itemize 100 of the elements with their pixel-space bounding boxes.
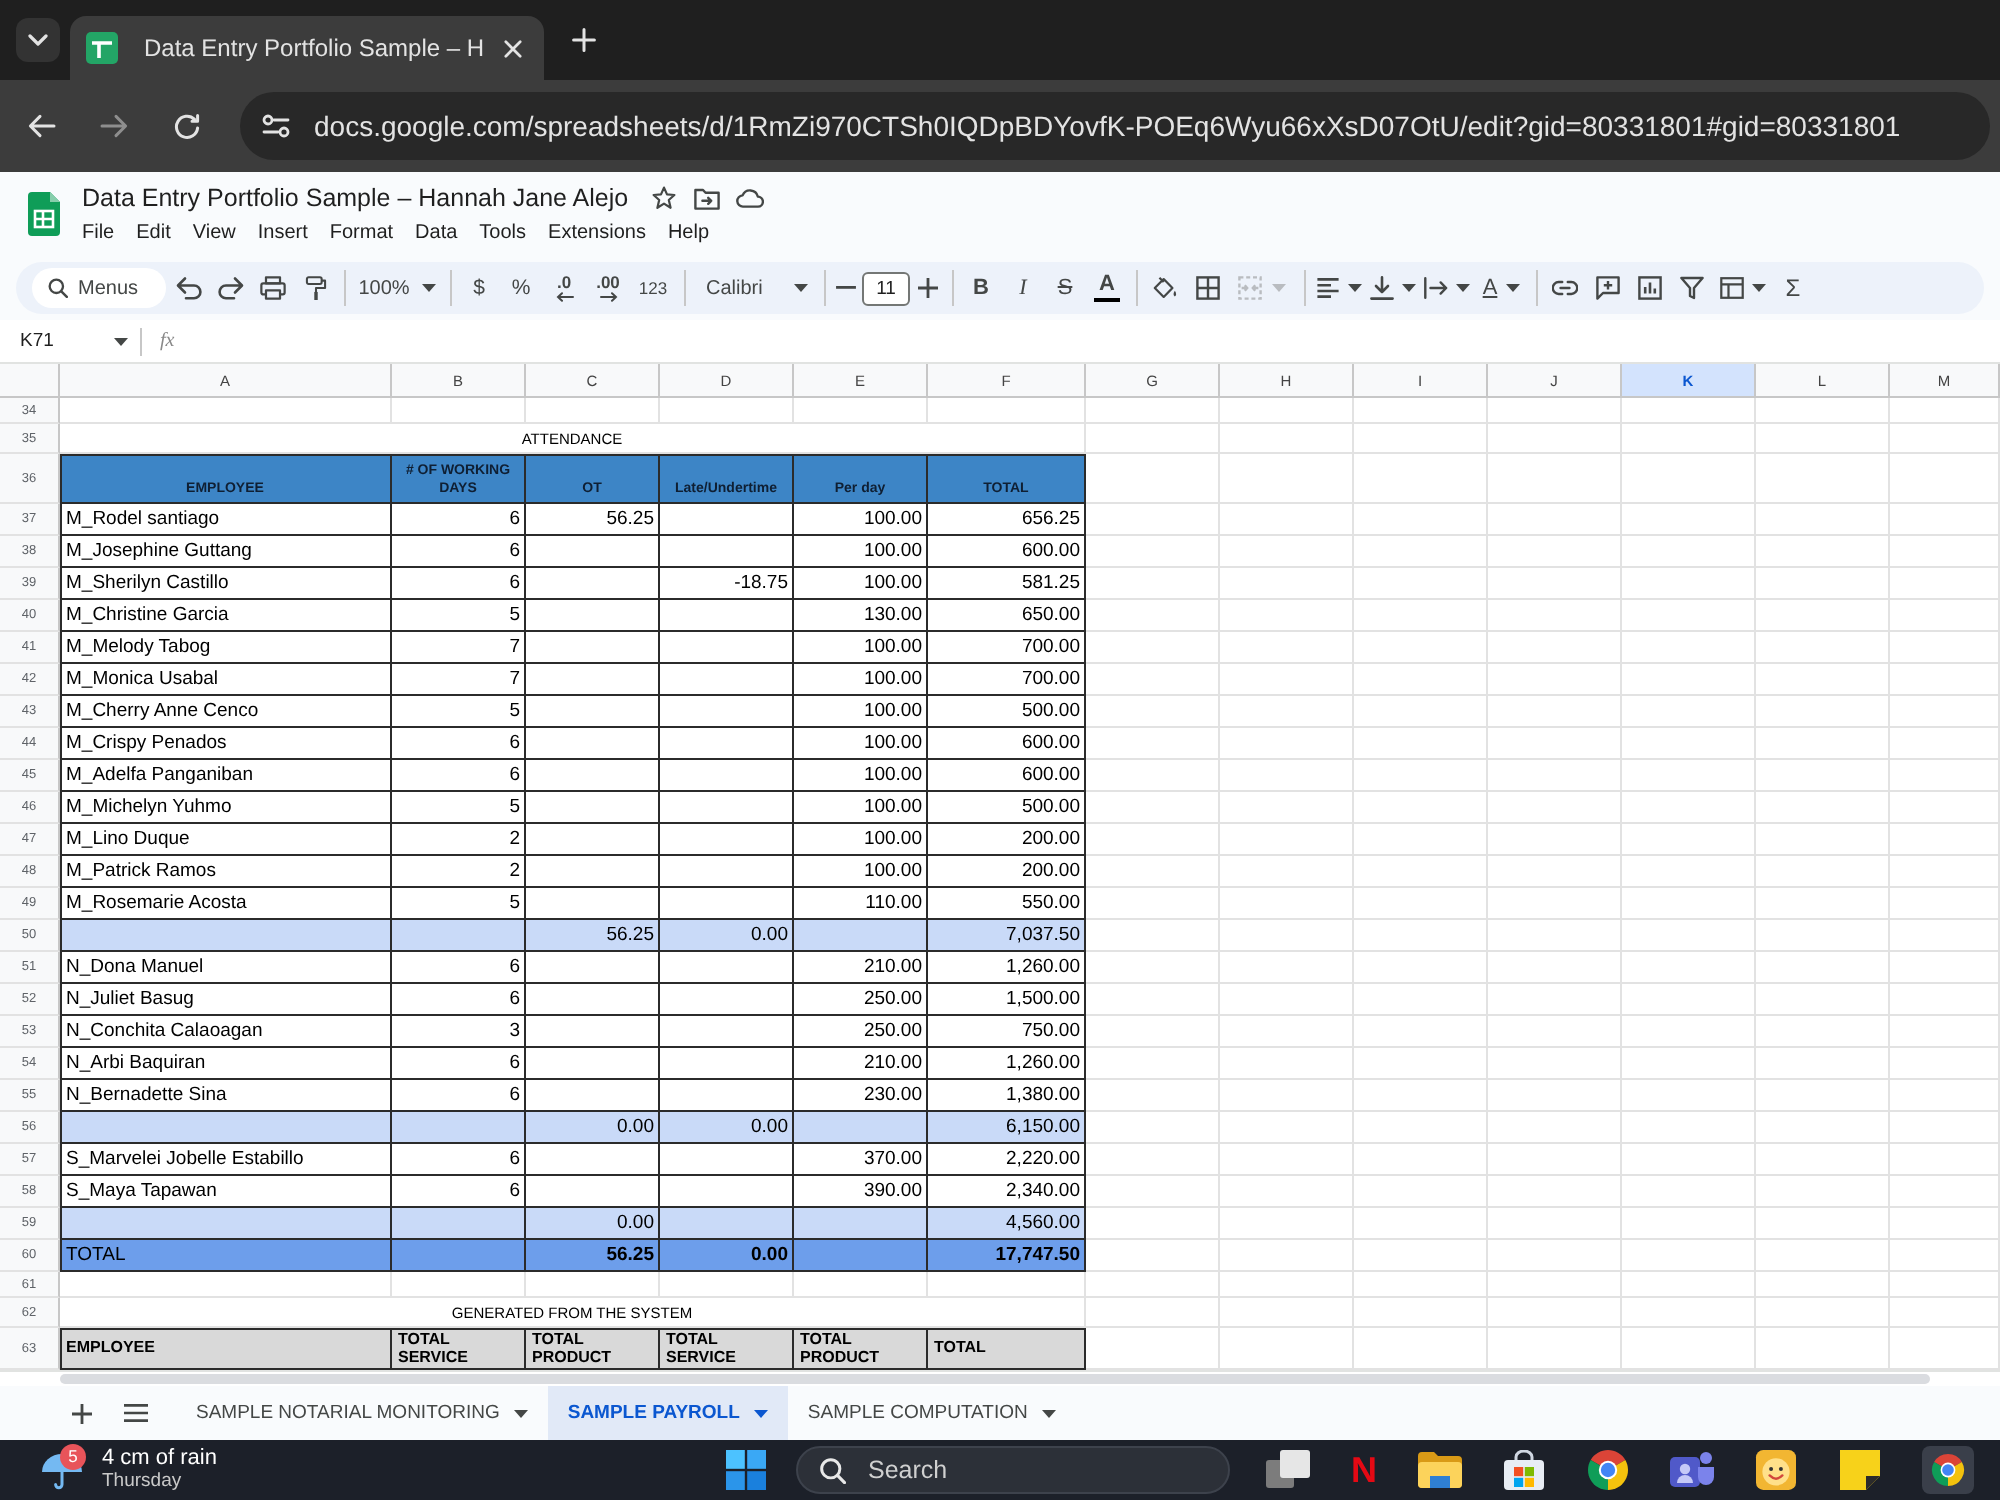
people-tile-icon[interactable] [1670,1450,1714,1490]
decrease-decimal-button[interactable]: .0 [542,266,586,310]
star-icon[interactable] [652,186,677,210]
bold-button[interactable]: B [960,266,1002,310]
table-cell: M_Josephine Guttang [60,536,392,568]
shopping-bag-icon[interactable] [1502,1450,1546,1490]
increase-decimal-button[interactable]: .00 [586,266,630,310]
browser-tab[interactable]: Data Entry Portfolio Sample – H [70,16,544,80]
empty-cell [1354,728,1488,760]
empty-cell [1756,664,1890,696]
search-field[interactable]: Search [796,1446,1230,1494]
empty-cell [1354,952,1488,984]
table-cell [660,696,794,728]
menu-item[interactable]: Extensions [548,222,646,244]
text-color-button[interactable]: A [1086,266,1128,310]
table-cell: M_Adelfa Panganiban [60,760,392,792]
font-size-field[interactable]: 11 [862,271,910,305]
tab-list-button[interactable] [16,18,60,62]
menu-item[interactable]: Insert [257,222,308,244]
table-cell [526,760,660,792]
scrollbar-thumb[interactable] [60,1374,1930,1384]
empty-cell [1220,454,1354,504]
menu-search-field[interactable]: Menus [32,268,166,308]
empty-cell [1756,760,1890,792]
four-squares-icon[interactable] [726,1450,766,1490]
reload-icon [173,113,199,139]
empty-cell [1220,952,1354,984]
folder-icon[interactable] [694,187,721,209]
table-cell: 100.00 [794,696,928,728]
table-cell [660,792,794,824]
empty-cell [1756,504,1890,536]
sheet-tab[interactable]: SAMPLE COMPUTATION [787,1386,1076,1440]
text-rotation-button[interactable]: A [1474,266,1528,310]
menu-item[interactable]: Format [329,222,394,244]
table-cell: 56.25 [526,920,660,952]
number-format-button[interactable]: 123 [630,266,676,310]
cloud-icon[interactable] [736,188,765,208]
table-cell: 250.00 [794,1016,928,1048]
zoom-dropdown[interactable]: 100% [352,266,442,310]
table-cell: 600.00 [928,728,1086,760]
empty-cell [1622,1080,1756,1112]
empty-cell [1086,1048,1220,1080]
empty-cell [1488,1016,1622,1048]
undo-icon [176,276,202,300]
header-cell: TOTAL [928,1328,1086,1370]
round-browser-icon[interactable] [1922,1446,1974,1494]
empty-cell [1488,984,1622,1016]
empty-cell [1756,1016,1890,1048]
empty-cell [1622,424,1756,454]
table-cell: 100.00 [794,760,928,792]
empty-cell [1220,1272,1354,1298]
empty-cell [1622,1240,1756,1272]
chart-icon [1637,276,1661,300]
table-cell: 200.00 [928,856,1086,888]
empty-cell [1086,536,1220,568]
note-icon[interactable] [1838,1450,1882,1490]
empty-cell [1890,1112,2000,1144]
table-cell: 250.00 [794,984,928,1016]
functions-button[interactable]: Σ [1772,266,1814,310]
empty-cell [1756,454,1890,504]
italic-button[interactable]: I [1002,266,1044,310]
folder-icon[interactable] [1418,1450,1462,1490]
font-dropdown[interactable]: Calibri [692,266,816,310]
table-cell: 100.00 [794,536,928,568]
empty-cell [1086,824,1220,856]
empty-cell [1890,696,2000,728]
strikethrough-button[interactable]: S [1044,266,1086,310]
sheet-tab[interactable]: SAMPLE NOTARIAL MONITORING [176,1386,548,1440]
document-title[interactable]: Data Entry Portfolio Sample – Hannah Jane Alejo [82,184,629,212]
table-cell: 6 [392,536,526,568]
table-cell: 130.00 [794,600,928,632]
empty-cell [1086,600,1220,632]
empty-cell [1890,632,2000,664]
name-box[interactable]: K71 [12,323,136,359]
empty-cell [1622,952,1756,984]
menu-item[interactable]: File [82,222,115,244]
round-browser-icon[interactable] [1586,1450,1630,1490]
table-cell: 100.00 [794,856,928,888]
spreadsheet-icon[interactable] [28,192,60,236]
menu-item[interactable]: Tools [479,222,527,244]
table-cell: 0.00 [526,1112,660,1144]
overlapping-windows-icon[interactable] [1266,1450,1310,1490]
empty-cell [1756,1176,1890,1208]
menu-item[interactable]: Edit [136,222,171,244]
empty-cell [1488,1048,1622,1080]
paint-roller-icon [303,276,327,300]
percent-format-button[interactable]: % [500,266,542,310]
table-cell [392,1240,526,1272]
menu-item[interactable]: Data [415,222,458,244]
menu-item[interactable]: View [192,222,236,244]
empty-cell [1890,984,2000,1016]
smiley-tile-icon[interactable] [1754,1450,1798,1490]
empty-cell [1354,632,1488,664]
empty-cell [1756,568,1890,600]
address-field[interactable]: docs.google.com/spreadsheets/d/1RmZi970CTSh0IQDpBDYovfK-POEq6Wyu66xXsD07OtU/edit?gid=80331801#gid=80331801 [240,92,1990,160]
sheet-tab[interactable]: SAMPLE PAYROLL [547,1386,788,1440]
currency-format-button[interactable]: $ [458,266,500,310]
menu-item[interactable]: Help [667,222,710,244]
empty-cell [1890,1176,2000,1208]
table-cell: 1,500.00 [928,984,1086,1016]
